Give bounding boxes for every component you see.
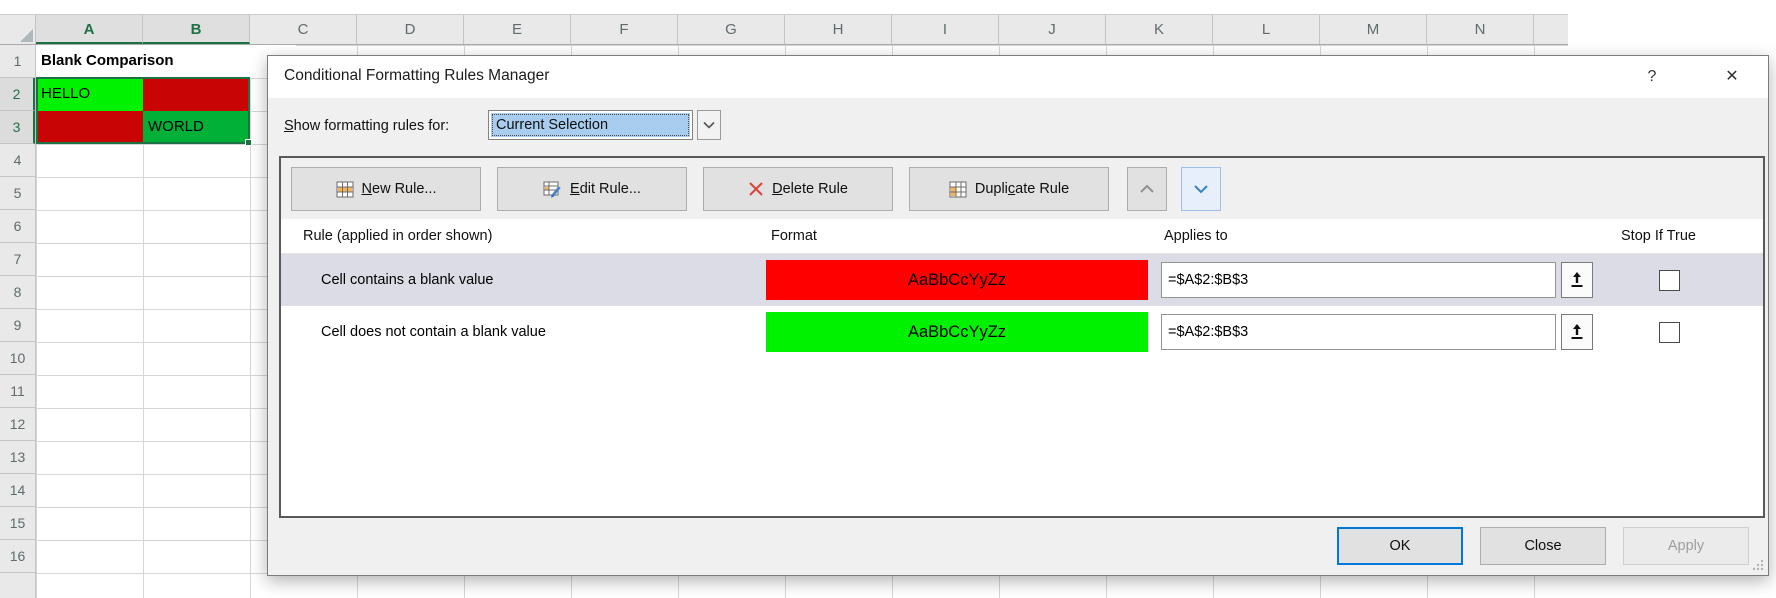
row-header-4[interactable]: 4 [0, 144, 35, 177]
column-header-b[interactable]: B [143, 15, 250, 44]
row-header-1[interactable]: 1 [0, 45, 35, 78]
collapse-range-icon [1569, 271, 1585, 289]
applies-to-range-input[interactable]: =$A$2:$B$3 [1161, 314, 1556, 350]
cell-a1[interactable]: Blank Comparison [36, 45, 296, 78]
cell-b2[interactable] [143, 78, 250, 111]
rule-column-header: Rule (applied in order shown) [281, 228, 761, 244]
row-header-14[interactable]: 14 [0, 474, 35, 507]
close-dialog-button[interactable]: ✕ [1716, 63, 1748, 91]
column-header-l[interactable]: L [1213, 15, 1320, 44]
close-button[interactable]: Close [1480, 527, 1606, 565]
delete-rule-button[interactable]: Delete Rule [703, 167, 893, 211]
chevron-up-icon [1139, 184, 1155, 194]
screen: ABCDEFGHIJKLMN 12345678910111213141516 B… [0, 0, 1776, 598]
duplicate-rule-button[interactable]: Duplicate Rule [909, 167, 1109, 211]
conditional-formatting-rules-manager-dialog: Conditional Formatting Rules Manager ? ✕… [267, 55, 1769, 576]
resize-grip[interactable] [1751, 558, 1765, 572]
show-formatting-rules-label-rest: how formatting rules for: [294, 118, 450, 134]
edit-rule-pencil-icon [543, 181, 562, 198]
row-header-7[interactable]: 7 [0, 243, 35, 276]
column-header-m[interactable]: M [1320, 15, 1427, 44]
row-header-15[interactable]: 15 [0, 507, 35, 540]
column-header-k[interactable]: K [1106, 15, 1213, 44]
help-button[interactable]: ? [1636, 63, 1668, 91]
row-header-8[interactable]: 8 [0, 276, 35, 309]
row-header-9[interactable]: 9 [0, 309, 35, 342]
column-header-h[interactable]: H [785, 15, 892, 44]
dialog-titlebar[interactable]: Conditional Formatting Rules Manager ? ✕ [268, 56, 1768, 98]
new-rule-label: New Rule... [362, 181, 437, 197]
show-formatting-rules-label-mnemonic: S [284, 118, 294, 134]
rules-list: Rule (applied in order shown) Format App… [281, 219, 1763, 516]
delete-rule-x-icon [748, 181, 764, 197]
rules-toolbar: New Rule... Edit Rule... Delete Rule Dup… [281, 158, 1763, 219]
row-header-11[interactable]: 11 [0, 375, 35, 408]
applies-to-range-input[interactable]: =$A$2:$B$3 [1161, 262, 1556, 298]
column-headers: ABCDEFGHIJKLMN [0, 14, 1568, 45]
edit-rule-label: Edit Rule... [570, 181, 641, 197]
row-header-2[interactable]: 2 [0, 78, 35, 111]
column-header-g[interactable]: G [678, 15, 785, 44]
chevron-down-icon [1193, 184, 1209, 194]
formula-bar-edge [0, 0, 1568, 14]
duplicate-rule-label: Duplicate Rule [975, 181, 1069, 197]
delete-rule-label: Delete Rule [772, 181, 848, 197]
duplicate-rule-table-icon [949, 181, 967, 198]
row-headers: 12345678910111213141516 [0, 45, 36, 598]
row-header-3[interactable]: 3 [0, 111, 35, 144]
move-rule-up-button[interactable] [1127, 167, 1167, 211]
dropdown-arrow-button[interactable] [697, 110, 721, 140]
column-header-n[interactable]: N [1427, 15, 1534, 44]
row-header-16[interactable]: 16 [0, 540, 35, 573]
select-all-triangle-icon [20, 29, 33, 42]
format-preview: AaBbCcYyZz [766, 312, 1148, 352]
cell-b3[interactable]: WORLD [143, 111, 250, 144]
dialog-title: Conditional Formatting Rules Manager [284, 67, 549, 85]
row-header-5[interactable]: 5 [0, 177, 35, 210]
column-header-d[interactable]: D [357, 15, 464, 44]
chevron-down-icon [703, 121, 715, 129]
row-header-12[interactable]: 12 [0, 408, 35, 441]
show-rules-for-selected-value: Current Selection [491, 113, 690, 137]
stop-if-true-checkbox[interactable] [1659, 322, 1680, 343]
rules-frame: New Rule... Edit Rule... Delete Rule Dup… [279, 156, 1765, 518]
column-header-c[interactable]: C [250, 15, 357, 44]
move-rule-down-button[interactable] [1181, 167, 1221, 211]
cell-a3[interactable] [36, 111, 143, 144]
stop-if-true-checkbox[interactable] [1659, 270, 1680, 291]
column-header-a[interactable]: A [36, 15, 143, 44]
rule-row-2[interactable]: Cell does not contain a blank value AaBb… [281, 306, 1763, 358]
collapse-dialog-button[interactable] [1561, 262, 1593, 298]
column-header-j[interactable]: J [999, 15, 1106, 44]
collapse-range-icon [1569, 323, 1585, 341]
ok-button[interactable]: OK [1337, 527, 1463, 565]
dialog-footer: OK Close Apply [1337, 527, 1749, 565]
row-header-10[interactable]: 10 [0, 342, 35, 375]
cell-a2[interactable]: HELLO [36, 78, 143, 111]
show-rules-for-dropdown[interactable]: Current Selection [488, 110, 693, 140]
rule-description: Cell does not contain a blank value [281, 324, 761, 340]
edit-rule-button[interactable]: Edit Rule... [497, 167, 687, 211]
new-rule-button[interactable]: New Rule... [291, 167, 481, 211]
collapse-dialog-button[interactable] [1561, 314, 1593, 350]
format-preview: AaBbCcYyZz [766, 260, 1148, 300]
row-header-6[interactable]: 6 [0, 210, 35, 243]
column-header-e[interactable]: E [464, 15, 571, 44]
rules-list-header: Rule (applied in order shown) Format App… [281, 219, 1763, 254]
show-formatting-rules-label: Show formatting rules for: [284, 118, 449, 134]
rule-description: Cell contains a blank value [281, 272, 761, 288]
apply-button[interactable]: Apply [1623, 527, 1749, 565]
new-rule-table-icon [336, 181, 354, 198]
stop-if-true-column-header: Stop If True [1609, 228, 1763, 244]
column-header-i[interactable]: I [892, 15, 999, 44]
rule-row-1[interactable]: Cell contains a blank value AaBbCcYyZz =… [281, 254, 1763, 306]
row-header-13[interactable]: 13 [0, 441, 35, 474]
applies-to-column-header: Applies to [1153, 228, 1609, 244]
select-all-corner[interactable] [0, 15, 36, 44]
format-column-header: Format [761, 228, 1153, 244]
column-header-f[interactable]: F [571, 15, 678, 44]
